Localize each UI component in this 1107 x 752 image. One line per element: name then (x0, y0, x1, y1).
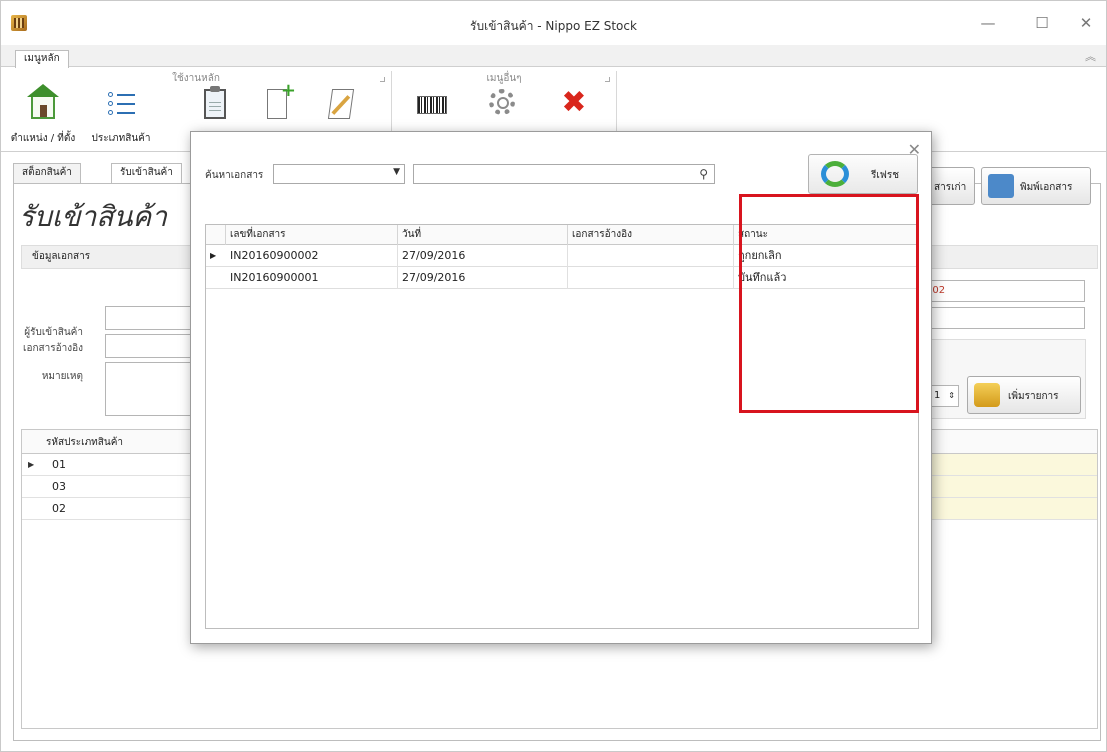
gear-icon (489, 89, 515, 115)
product-type-code-header: รหัสประเภทสินค้า (46, 437, 124, 448)
ribbon-tab-strip: เมนูหลัก ︽ (1, 45, 1106, 68)
product-type-button[interactable]: ประเภทสินค้า (89, 89, 153, 147)
column-header-reference[interactable]: เอกสารอ้างอิง (568, 225, 734, 245)
quantity-stepper[interactable]: 1 ⇕ (929, 385, 959, 407)
search-icon[interactable]: ⚲ (699, 167, 708, 181)
receiver-label: ผู้รับเข้าสินค้า (24, 327, 83, 338)
stepper-arrows-icon[interactable]: ⇕ (948, 386, 955, 406)
tab-stock[interactable]: สต็อกสินค้า (13, 163, 81, 183)
ribbon-collapse-icon[interactable]: ︽ (1085, 48, 1096, 64)
search-document-label: ค้นหาเอกสาร (205, 170, 264, 181)
ribbon-tab-main[interactable]: เมนูหลัก (15, 50, 69, 68)
printer-icon (988, 174, 1014, 198)
minimize-button[interactable]: — (973, 13, 1003, 33)
reference-input[interactable] (105, 334, 195, 358)
receiver-input[interactable] (105, 306, 195, 330)
add-item-label: เพิ่มรายการ (1008, 391, 1059, 402)
window-title: รับเข้าสินค้า - Nippo EZ Stock (470, 19, 637, 33)
clipboard-icon (204, 86, 226, 119)
group-launcher-icon[interactable] (605, 77, 610, 82)
list-icon (106, 89, 136, 119)
table-cell: 01 (52, 458, 66, 471)
doc-no-cell: IN20160900002 (226, 245, 398, 267)
date-cell: 27/09/2016 (398, 245, 568, 267)
note-label: หมายเหตุ (41, 371, 83, 382)
edit-document-icon (327, 89, 355, 119)
print-document-button[interactable]: พิมพ์เอกสาร (981, 167, 1091, 205)
refresh-button[interactable]: รีเฟรช (808, 154, 918, 194)
row-highlight (931, 476, 1097, 497)
chevron-down-icon[interactable]: ▼ (393, 167, 400, 177)
search-field-combo[interactable]: ▼ (273, 164, 405, 184)
table-cell: 03 (52, 480, 66, 493)
row-highlight (931, 498, 1097, 519)
document-date-field[interactable] (921, 307, 1085, 329)
location-button-label: ตำแหน่ง / ที่ตั้ง (10, 133, 76, 144)
reference-cell (568, 267, 734, 289)
reference-cell (568, 245, 734, 267)
quantity-value: 1 (934, 390, 941, 401)
row-pointer-icon: ▶ (28, 460, 35, 469)
date-cell: 27/09/2016 (398, 267, 568, 289)
print-document-label: พิมพ์เอกสาร (1020, 182, 1073, 193)
old-documents-button[interactable]: สารเก่า (929, 167, 975, 205)
column-header-doc-no[interactable]: เลขที่เอกสาร (226, 225, 398, 245)
row-indicator-header (206, 225, 226, 245)
app-window: รับเข้าสินค้า - Nippo EZ Stock — ☐ ✕ เมน… (0, 0, 1107, 752)
group-launcher-icon[interactable] (380, 77, 385, 82)
refresh-icon (821, 161, 849, 187)
old-documents-label: สารเก่า (934, 182, 967, 193)
maximize-button[interactable]: ☐ (1027, 13, 1057, 33)
tab-receive-goods[interactable]: รับเข้าสินค้า (111, 163, 182, 183)
add-item-button[interactable]: เพิ่มรายการ (967, 376, 1081, 414)
table-cell: 02 (52, 502, 66, 515)
add-database-icon (974, 383, 1000, 407)
close-red-icon: ✖ (561, 85, 587, 120)
row-highlight (931, 454, 1097, 475)
note-input[interactable] (105, 362, 195, 416)
reference-label: เอกสารอ้างอิง (23, 343, 83, 354)
search-input[interactable]: ⚲ (413, 164, 715, 184)
row-pointer-icon: ▶ (210, 251, 217, 260)
document-number-field[interactable]: 002 (921, 280, 1085, 302)
close-button[interactable]: ✕ (1071, 13, 1101, 33)
page-title: รับเข้าสินค้า (19, 200, 167, 233)
barcode-icon (417, 96, 447, 114)
refresh-label: รีเฟรช (871, 170, 900, 181)
doc-no-cell: IN20160900001 (226, 267, 398, 289)
product-type-button-label: ประเภทสินค้า (91, 133, 151, 144)
ribbon-group-caption: เมนูอื่นๆ (486, 73, 522, 84)
column-header-date[interactable]: วันที่ (398, 225, 568, 245)
ribbon-group-caption: ใช้งานหลัก (172, 73, 220, 84)
home-icon (27, 84, 59, 119)
location-button[interactable]: ตำแหน่ง / ที่ตั้ง (11, 84, 75, 147)
status-highlight-box (739, 194, 919, 413)
new-document-icon (267, 80, 296, 119)
title-bar: รับเข้าสินค้า - Nippo EZ Stock — ☐ ✕ (1, 1, 1106, 45)
